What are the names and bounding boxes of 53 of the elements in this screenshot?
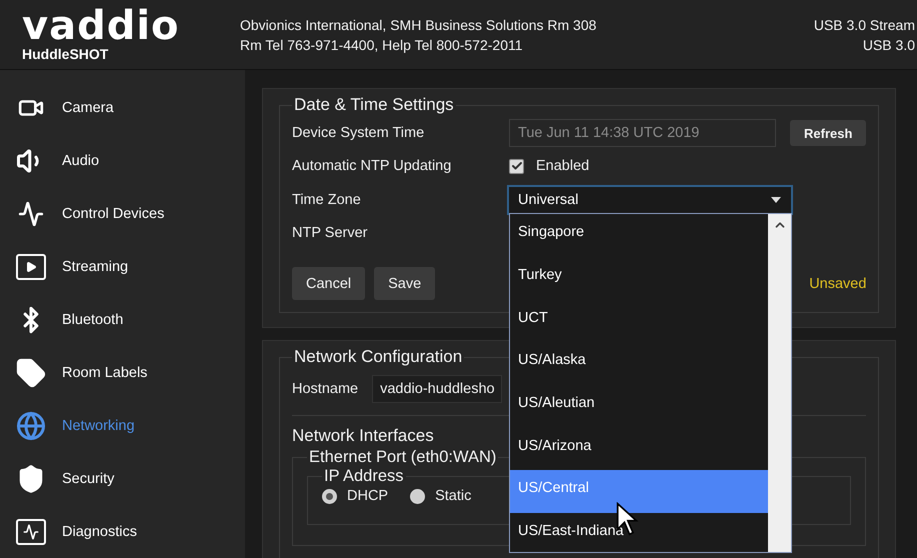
nav-item[interactable]: Diagnostics	[0, 505, 245, 558]
field-label: Device System Time	[292, 125, 426, 141]
radio-button[interactable]	[322, 488, 337, 504]
usb-status: USB 3.0	[862, 36, 915, 52]
stream-status: USB 3.0 Stream	[814, 16, 915, 32]
field-label: Time Zone	[292, 192, 362, 208]
caret-icon	[771, 197, 781, 203]
phone-info: Rm Tel 763-971-4400, Help Tel 800-572-2011	[240, 36, 524, 52]
time-field[interactable]: Tue Jun 11 14:38 UTC 2019	[509, 119, 776, 147]
radio-label: Static	[435, 488, 472, 504]
nav-item[interactable]: Room Labels	[0, 346, 245, 400]
dropdown-option[interactable]: US/Central	[510, 470, 768, 513]
dropdown-option[interactable]: Singapore	[510, 214, 768, 257]
dropdown-option[interactable]: UCT	[510, 299, 768, 342]
radio-label: DHCP	[347, 488, 388, 504]
checkbox[interactable]	[509, 158, 524, 174]
ip-title: IP Address	[323, 467, 404, 486]
dropdown-option[interactable]: US/East-Indiana	[510, 512, 768, 556]
logo: vaddio	[22, 8, 181, 44]
globe-icon	[16, 410, 46, 441]
nav-item[interactable]: Security	[0, 452, 245, 506]
section-title: Network Interfaces	[292, 426, 434, 446]
nav-item[interactable]: Bluetooth	[0, 294, 245, 346]
section-title: Date & Time Settings	[293, 95, 455, 115]
dropdown-option[interactable]: US/Arizona	[510, 427, 768, 470]
scrollbar[interactable]	[768, 214, 791, 552]
nav-item[interactable]: Streaming	[0, 240, 245, 294]
radio-button[interactable]	[410, 488, 426, 504]
dropdown-option[interactable]: US/Alaska	[510, 342, 768, 385]
tag-icon	[16, 358, 46, 388]
nav-item[interactable]: Networking	[0, 399, 245, 452]
room-info: Obvionics International, SMH Business Solutions Rm 308	[240, 16, 598, 32]
signal-wave-icon	[18, 201, 44, 228]
section-title: Network Configuration	[293, 347, 464, 367]
port-title: Ethernet Port (eth0:WAN)	[308, 448, 498, 467]
nav-item[interactable]: Control Devices	[0, 188, 245, 241]
dropdown-option[interactable]: Turkey	[510, 256, 768, 300]
hostname-field[interactable]: vaddio-huddlesho	[372, 375, 502, 403]
nav-item[interactable]: Camera	[0, 82, 245, 135]
play-icon	[16, 254, 46, 280]
unsaved-status: Unsaved	[809, 276, 866, 292]
product-name: HuddleSHOT	[22, 46, 110, 62]
dropdown-option[interactable]: US/Aleutian	[510, 384, 768, 428]
pulse-icon	[16, 518, 46, 545]
nav-item[interactable]: Audio	[0, 134, 245, 188]
save-button[interactable]: Save	[374, 267, 436, 300]
cancel-button[interactable]: Cancel	[292, 267, 366, 300]
time-zone-select[interactable]: Universal	[507, 185, 793, 215]
field-label: NTP Server	[292, 224, 368, 243]
checkbox-label: Enabled	[536, 158, 590, 174]
field-label: Automatic NTP Updating	[292, 158, 452, 174]
field-label: Hostname	[292, 381, 358, 397]
refresh-button[interactable]: Refresh	[790, 120, 866, 146]
